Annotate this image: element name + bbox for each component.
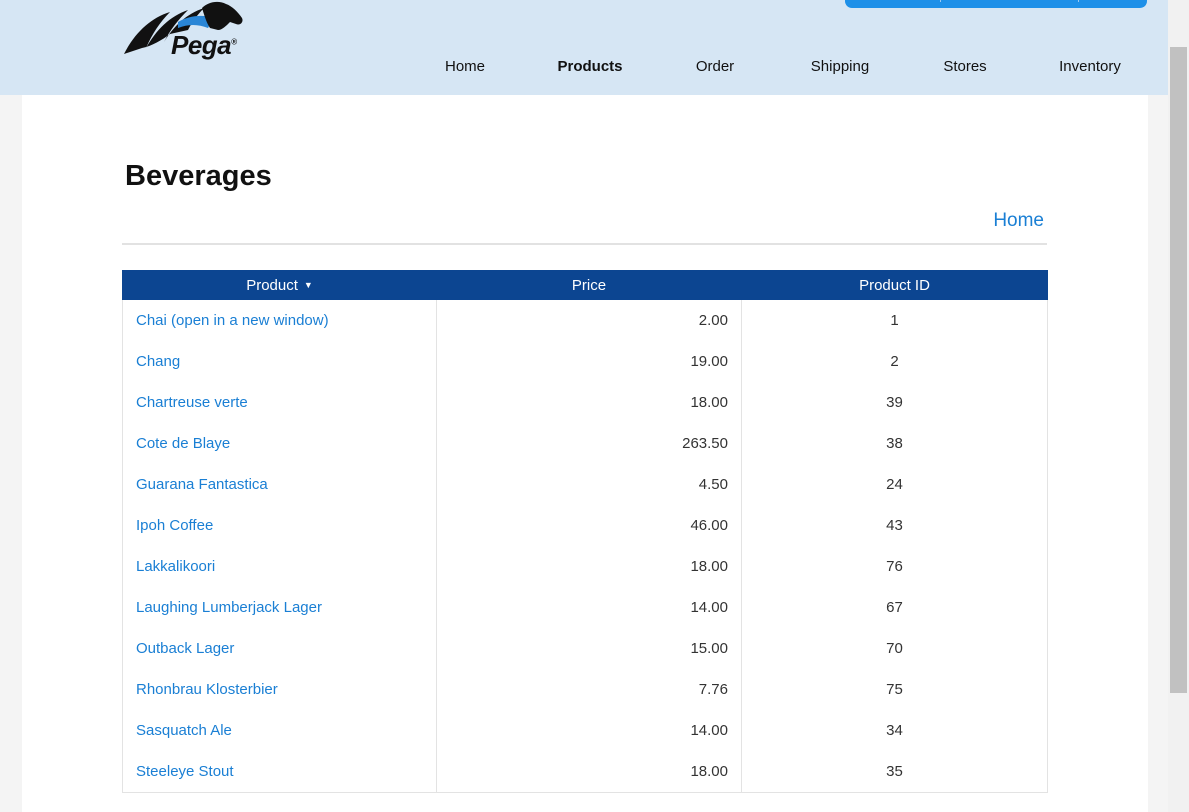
product-name-link[interactable]: Steeleye Stout xyxy=(122,751,437,793)
table-header-row: Product ▼ Price Product ID xyxy=(122,270,1048,300)
product-id-cell: 1 xyxy=(741,299,1048,341)
product-name-link[interactable]: Rhonbrau Klosterbier xyxy=(122,669,437,710)
table-row: Cote de Blaye 263.50 38 xyxy=(122,423,1048,464)
table-row: Chai (open in a new window) 2.00 1 xyxy=(122,299,1048,341)
product-id-cell: 70 xyxy=(741,628,1048,669)
sort-desc-icon[interactable]: ▼ xyxy=(304,280,313,290)
home-breadcrumb-link[interactable]: Home xyxy=(960,210,1044,232)
product-name-link[interactable]: Chang xyxy=(122,341,437,382)
price-cell: 18.00 xyxy=(436,751,742,793)
product-id-cell: 34 xyxy=(741,710,1048,751)
price-cell: 19.00 xyxy=(436,341,742,382)
table-row: Laughing Lumberjack Lager 14.00 67 xyxy=(122,587,1048,628)
product-name-link[interactable]: Outback Lager xyxy=(122,628,437,669)
table-row: Outback Lager 15.00 70 xyxy=(122,628,1048,669)
price-cell: 14.00 xyxy=(436,710,742,751)
column-header-product[interactable]: Product ▼ xyxy=(122,270,437,300)
table-row: Lakkalikoori 18.00 76 xyxy=(122,546,1048,587)
price-cell: 2.00 xyxy=(436,299,742,341)
product-id-cell: 38 xyxy=(741,423,1048,464)
product-id-cell: 76 xyxy=(741,546,1048,587)
table-row: Steeleye Stout 18.00 35 xyxy=(122,751,1048,793)
nav-products[interactable]: Products xyxy=(530,58,650,75)
price-cell: 263.50 xyxy=(436,423,742,464)
product-id-cell: 39 xyxy=(741,382,1048,423)
product-id-cell: 35 xyxy=(741,751,1048,793)
topbar-separator xyxy=(940,0,941,2)
product-name-link[interactable]: Sasquatch Ale xyxy=(122,710,437,751)
nav-shipping[interactable]: Shipping xyxy=(780,58,900,75)
column-header-price[interactable]: Price xyxy=(436,270,742,300)
title-divider xyxy=(122,243,1047,245)
price-cell: 4.50 xyxy=(436,464,742,505)
product-name-link[interactable]: Ipoh Coffee xyxy=(122,505,437,546)
price-cell: 18.00 xyxy=(436,382,742,423)
product-id-cell: 75 xyxy=(741,669,1048,710)
product-id-cell: 67 xyxy=(741,587,1048,628)
product-id-cell: 2 xyxy=(741,341,1048,382)
top-utility-bar[interactable] xyxy=(845,0,1147,8)
product-id-cell: 43 xyxy=(741,505,1048,546)
nav-order[interactable]: Order xyxy=(655,58,775,75)
product-name-link[interactable]: Laughing Lumberjack Lager xyxy=(122,587,437,628)
product-name-link[interactable]: Guarana Fantastica xyxy=(122,464,437,505)
scrollbar-thumb[interactable] xyxy=(1170,47,1187,693)
table-row: Guarana Fantastica 4.50 24 xyxy=(122,464,1048,505)
table-row: Chartreuse verte 18.00 39 xyxy=(122,382,1048,423)
nav-inventory[interactable]: Inventory xyxy=(1030,58,1150,75)
price-cell: 7.76 xyxy=(436,669,742,710)
table-row: Ipoh Coffee 46.00 43 xyxy=(122,505,1048,546)
topbar-separator xyxy=(1078,0,1079,2)
main-nav: Home Products Order Shipping Stores Inve… xyxy=(0,58,1168,78)
column-header-product-id[interactable]: Product ID xyxy=(741,270,1048,300)
product-name-link[interactable]: Cote de Blaye xyxy=(122,423,437,464)
product-id-cell: 24 xyxy=(741,464,1048,505)
price-cell: 18.00 xyxy=(436,546,742,587)
table-row: Rhonbrau Klosterbier 7.76 75 xyxy=(122,669,1048,710)
logo-wordmark: Pega® xyxy=(171,30,237,60)
page-title: Beverages xyxy=(125,160,272,192)
product-name-link[interactable]: Lakkalikoori xyxy=(122,546,437,587)
site-header: Pega® Home Products Order Shipping Store… xyxy=(0,0,1168,95)
nav-stores[interactable]: Stores xyxy=(905,58,1025,75)
table-row: Sasquatch Ale 14.00 34 xyxy=(122,710,1048,751)
price-cell: 15.00 xyxy=(436,628,742,669)
price-cell: 46.00 xyxy=(436,505,742,546)
products-table: Product ▼ Price Product ID Chai (open in … xyxy=(122,270,1048,793)
price-cell: 14.00 xyxy=(436,587,742,628)
table-row: Chang 19.00 2 xyxy=(122,341,1048,382)
product-name-link[interactable]: Chai (open in a new window) xyxy=(122,299,437,341)
nav-home[interactable]: Home xyxy=(405,58,525,75)
vertical-scrollbar[interactable] xyxy=(1168,0,1189,812)
product-name-link[interactable]: Chartreuse verte xyxy=(122,382,437,423)
